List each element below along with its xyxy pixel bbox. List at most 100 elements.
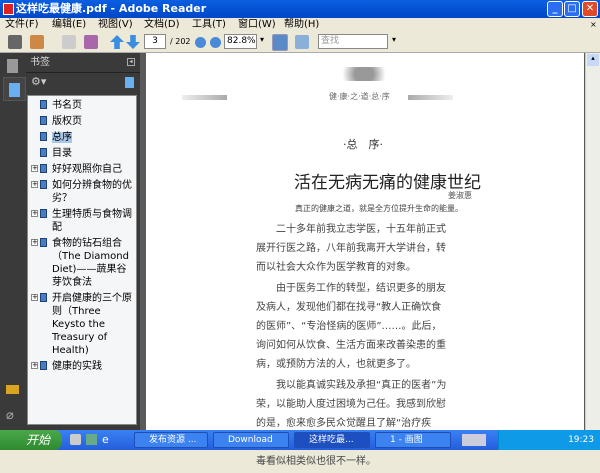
quicklaunch-icon[interactable]: [70, 434, 81, 445]
bookmark-item[interactable]: + 生理特质与食物调配: [28, 208, 136, 234]
bookmark-label: 健康的实践: [52, 361, 102, 372]
zoom-in-icon[interactable]: [210, 37, 221, 48]
toolbar: 3 / 202 82.8% ▾ 查找 ▾: [0, 32, 600, 53]
find-dropdown-icon[interactable]: ▾: [392, 35, 396, 44]
bookmark-icon: [40, 164, 47, 173]
taskbar: 开始 e 发布资源 ... Download 这样吃最... 1 - 画图 19…: [0, 430, 600, 450]
bookmark-icon: [40, 132, 47, 141]
comment-icon[interactable]: [62, 35, 76, 49]
paragraph: 我以能真诚实践及承担“真正的医者”为荣，以能助人度过困境为己任。我感到欣慰的是，…: [256, 380, 447, 467]
maximize-button[interactable]: □: [564, 1, 580, 17]
scroll-up-icon[interactable]: ▴: [587, 54, 599, 66]
header-rule-left: [182, 95, 227, 100]
email-icon[interactable]: [30, 35, 44, 49]
pages-icon[interactable]: [7, 59, 18, 73]
bookmark-label: 生理特质与食物调配: [52, 209, 132, 233]
minimize-button[interactable]: _: [547, 1, 563, 17]
bookmarks-tab[interactable]: [3, 77, 26, 101]
bookmark-item[interactable]: + 好好观照你自己: [28, 163, 136, 176]
page-total: / 202: [170, 37, 191, 46]
ie-icon[interactable]: e: [102, 433, 109, 446]
next-page-icon[interactable]: [126, 35, 140, 49]
menu-edit[interactable]: 编辑(E): [52, 18, 86, 32]
language-bar-icon[interactable]: [462, 434, 486, 446]
bookmark-label: 开启健康的三个原则（Three Keysto the Treasury of H…: [52, 293, 132, 356]
bookmark-icon: [40, 209, 47, 218]
subtitle: 真正的健康之道，就是全方位提升生命的能量。: [295, 204, 463, 213]
zoom-input[interactable]: 82.8%: [224, 34, 257, 49]
menu-window[interactable]: 窗口(W): [238, 18, 276, 32]
bookmark-item[interactable]: 目录: [28, 147, 136, 160]
bookmark-icon: [40, 116, 47, 125]
expand-icon[interactable]: +: [31, 210, 38, 217]
clock: 19:23: [568, 435, 594, 445]
pdf-page: 健·康·之·道·总·序 ·总 序· 活在无病无痛的健康世纪 姜淑惠 真正的健康之…: [146, 53, 584, 467]
bookmark-item[interactable]: + 如何分辨食物的优劣？: [28, 179, 136, 205]
task-button[interactable]: Download: [213, 432, 289, 448]
new-bookmark-icon[interactable]: [125, 77, 134, 88]
bookmark-item[interactable]: 总序: [28, 131, 136, 144]
options-gear-icon[interactable]: ⚙▾: [31, 75, 46, 88]
comments-icon[interactable]: [6, 385, 19, 394]
task-button[interactable]: 发布资源 ...: [134, 432, 208, 448]
print-icon[interactable]: [8, 35, 22, 49]
bookmark-label: 好好观照你自己: [52, 164, 122, 175]
document-viewer: 健·康·之·道·总·序 ·总 序· 活在无病无痛的健康世纪 姜淑惠 真正的健康之…: [140, 53, 585, 467]
expand-icon[interactable]: +: [31, 181, 38, 188]
collapse-panel-icon[interactable]: ◂: [127, 58, 135, 66]
task-button-active[interactable]: 这样吃最...: [294, 432, 370, 448]
author: 姜淑惠: [448, 191, 472, 200]
expand-icon[interactable]: +: [31, 165, 38, 172]
close-document-icon[interactable]: ×: [590, 18, 597, 32]
expand-icon[interactable]: +: [31, 294, 38, 301]
expand-icon[interactable]: +: [31, 239, 38, 246]
vertical-scrollbar[interactable]: ▴: [585, 53, 600, 430]
start-button[interactable]: 开始: [0, 430, 62, 450]
find-input[interactable]: 查找: [318, 34, 388, 49]
menu-view[interactable]: 视图(V): [98, 18, 133, 32]
zoom-dropdown-icon[interactable]: ▾: [260, 35, 264, 44]
bookmarks-title: 书签: [30, 57, 50, 68]
bookmark-item[interactable]: 版权页: [28, 115, 136, 128]
bookmark-list: 书名页 版权页 总序 目录 + 好好观照你自己 + 如何分辨食物的优劣？ + 生理特质与食物调配 +…: [27, 95, 137, 425]
window-title: 这样吃最健康.pdf - Adobe Reader: [16, 2, 207, 15]
navigation-strip: ⌀: [0, 53, 26, 430]
section-heading: ·总 序·: [343, 138, 383, 151]
color-icon[interactable]: [84, 35, 98, 49]
task-button[interactable]: 1 - 画图: [375, 432, 451, 448]
menu-document[interactable]: 文档(D): [144, 18, 180, 32]
adobe-reader-icon: [3, 3, 14, 15]
bookmark-item[interactable]: + 开启健康的三个原则（Three Keysto the Treasury of …: [28, 292, 136, 357]
bookmark-icon: [40, 100, 47, 109]
menu-bar: 文件(F) 编辑(E) 视图(V) 文档(D) 工具(T) 窗口(W) 帮助(H…: [0, 18, 600, 32]
bookmark-label: 目录: [52, 148, 72, 159]
close-button[interactable]: ✕: [582, 1, 598, 17]
bookmark-icon: [40, 180, 47, 189]
bookmarks-icon: [9, 83, 20, 97]
menu-file[interactable]: 文件(F): [5, 18, 39, 32]
menu-help[interactable]: 帮助(H): [284, 18, 319, 32]
bookmark-label: 版权页: [52, 116, 82, 127]
attachments-icon[interactable]: ⌀: [6, 408, 14, 423]
system-tray: 19:23: [498, 430, 600, 450]
bookmark-icon: [40, 148, 47, 157]
paragraph: 由于医务工作的转型，结识更多的朋友及病人，发现他们都在找寻“教人正确饮食的医师”…: [256, 283, 446, 370]
bookmark-item[interactable]: + 健康的实践: [28, 360, 136, 373]
desktop-icon[interactable]: [86, 434, 97, 445]
previous-page-icon[interactable]: [110, 35, 124, 49]
zoom-out-icon[interactable]: [195, 37, 206, 48]
expand-icon[interactable]: +: [31, 362, 38, 369]
bookmark-icon: [40, 238, 47, 247]
bookmarks-panel: 书签 ◂ ⚙▾ 书名页版权页总序目录 + 好好观照你自己 + 如何分辨食物的优劣？ + 生理…: [26, 53, 140, 430]
header-rule-right: [408, 95, 453, 100]
fit-width-icon[interactable]: [295, 35, 309, 49]
fit-page-icon[interactable]: [272, 34, 288, 51]
page-number-input[interactable]: 3: [144, 34, 166, 49]
bookmark-label: 如何分辨食物的优劣？: [52, 180, 132, 204]
bookmark-item[interactable]: + 食物的钻石组合（The Diamond Diet)——蔬果谷芽饮食法: [28, 237, 136, 289]
menu-tools[interactable]: 工具(T): [192, 18, 226, 32]
bookmark-label: 总序: [52, 132, 72, 143]
paragraph: 二十多年前我立志学医，十五年前正式展开行医之路，八年前我离开大学讲台，转而以社会…: [256, 224, 446, 273]
title-bar: 这样吃最健康.pdf - Adobe Reader _ □ ✕: [0, 0, 600, 18]
bookmark-item[interactable]: 书名页: [28, 99, 136, 112]
